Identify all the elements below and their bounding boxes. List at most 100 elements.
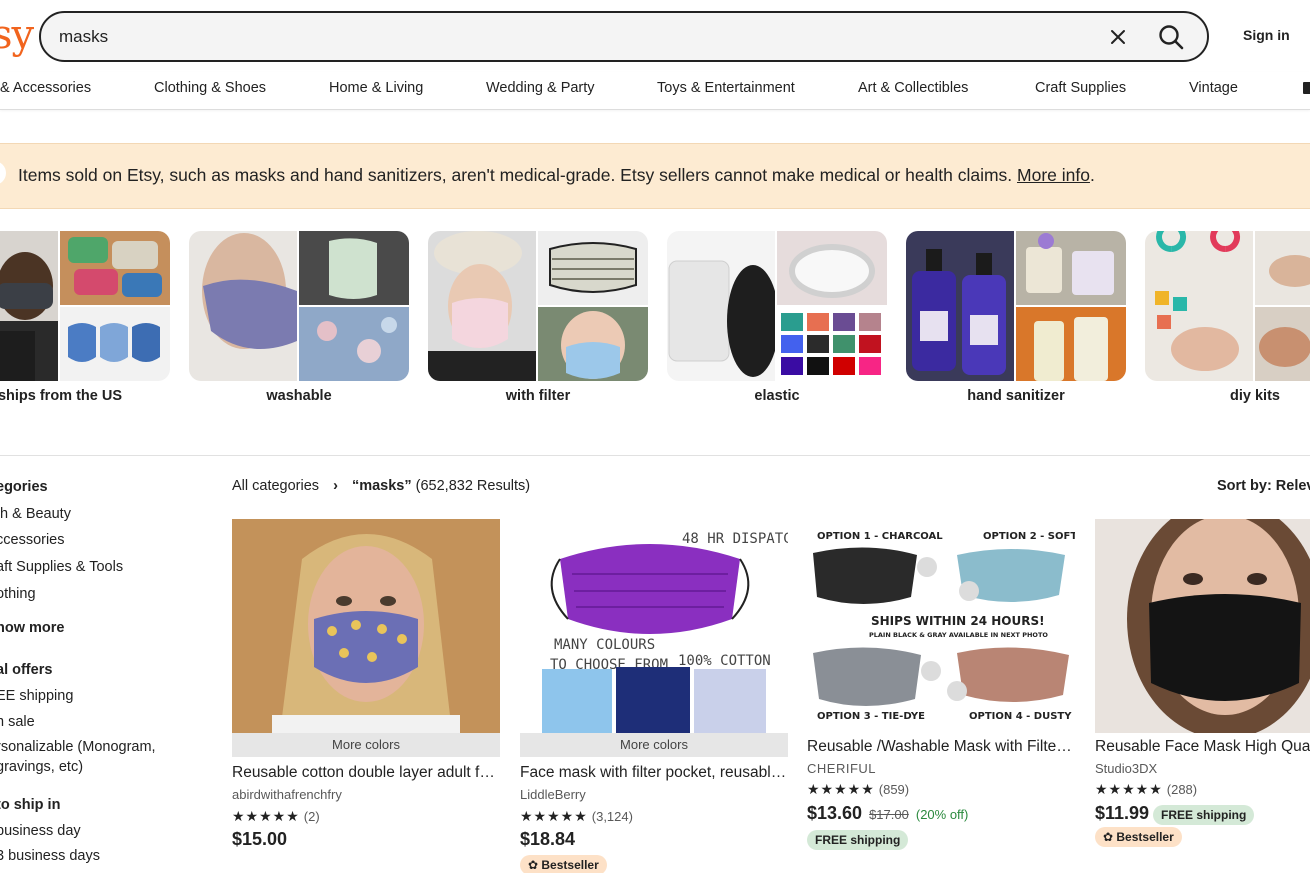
option-4-text: OPTION 4 - DUSTY ROSE: [969, 711, 1075, 722]
shop-name[interactable]: LiddleBerry: [520, 787, 586, 802]
listing-image[interactable]: [1095, 519, 1310, 733]
filter-category-accessories[interactable]: ccessories: [0, 532, 65, 548]
sanitizer-labels-photo: [1016, 231, 1126, 305]
related-elastic[interactable]: elastic: [667, 231, 887, 404]
sign-in-link[interactable]: Sign in: [1243, 27, 1290, 43]
elastic-roll-photo: [777, 231, 887, 305]
search-bar[interactable]: [39, 11, 1209, 62]
listing-image[interactable]: OPTION 1 - CHARCOAL OPTION 2 - SOFT BLUE…: [807, 519, 1075, 733]
current-price: $18.84: [520, 829, 576, 849]
nav-craft-supplies[interactable]: Craft Supplies: [1035, 80, 1126, 96]
nav-toys-entertainment[interactable]: Toys & Entertainment: [657, 80, 795, 96]
filter-ship-1-3-days[interactable]: 3 business days: [0, 848, 100, 864]
sanitizer-sprays-photo: [1016, 307, 1126, 381]
related-label: washable: [266, 388, 332, 404]
filter-ship-1-day[interactable]: business day: [0, 823, 81, 839]
listing-image[interactable]: [232, 519, 500, 733]
nav-vintage[interactable]: Vintage: [1189, 80, 1238, 96]
results-count: (652,832 Results): [415, 478, 531, 494]
related-image: [906, 231, 1126, 381]
black-mask-woman-photo: [1095, 519, 1310, 733]
badge-label: Bestseller: [541, 858, 599, 872]
listing-title[interactable]: Reusable Face Mask High Quality: [1095, 738, 1310, 756]
floral-mask-photo: [299, 307, 409, 381]
sanitizer-bottles-photo: [906, 231, 1014, 381]
listing-card[interactable]: Reusable Face Mask High Quality Studio3D…: [1095, 519, 1310, 847]
gift-icon[interactable]: [1303, 82, 1310, 94]
shop-name[interactable]: Studio3DX: [1095, 761, 1157, 776]
show-more-link[interactable]: how more: [0, 620, 64, 636]
free-shipping-badge: FREE shipping: [807, 830, 909, 850]
related-image: [667, 231, 887, 381]
rating: ★★★★★ (2): [232, 808, 320, 825]
special-offers-heading: al offers: [0, 662, 53, 678]
related-ships-from-us[interactable]: ships from the US: [0, 231, 170, 404]
shop-name[interactable]: abirdwithafrenchfry: [232, 787, 342, 802]
nav-art-collectibles[interactable]: Art & Collectibles: [858, 80, 968, 96]
nav-home-living[interactable]: Home & Living: [329, 80, 423, 96]
listing-title[interactable]: Face mask with filter pocket, reusable w…: [520, 764, 788, 782]
rating: ★★★★★ (3,124): [520, 808, 633, 825]
info-icon: [0, 161, 6, 185]
blue-surgical-mask-photo: [538, 307, 648, 381]
listing-card[interactable]: 48 HR DISPATCH MANY COLOURS TO CHOOSE FR…: [520, 519, 788, 873]
filter-free-shipping[interactable]: EE shipping: [0, 688, 73, 704]
medical-notice-banner: Items sold on Etsy, such as masks and ha…: [0, 143, 1310, 209]
related-label: ships from the US: [0, 388, 123, 404]
rating: ★★★★★ (859): [807, 781, 909, 798]
related-label: elastic: [754, 388, 800, 404]
search-input[interactable]: [59, 25, 1059, 49]
white-mask-photo: [299, 231, 409, 305]
more-colors-label: More colors: [232, 733, 500, 757]
filter-personalizable-cont[interactable]: gravings, etc): [0, 759, 83, 775]
price: $15.00: [232, 829, 287, 850]
filter-on-sale[interactable]: n sale: [0, 714, 35, 730]
price: $18.84: [520, 829, 575, 850]
option-3-text: OPTION 3 - TIE-DYE: [817, 711, 925, 722]
notice-message: Items sold on Etsy, such as masks and ha…: [18, 165, 1018, 185]
listing-image[interactable]: 48 HR DISPATCH MANY COLOURS TO CHOOSE FR…: [520, 519, 788, 733]
search-icon[interactable]: [1157, 23, 1185, 51]
related-washable[interactable]: washable: [189, 231, 409, 404]
listing-card[interactable]: OPTION 1 - CHARCOAL OPTION 2 - SOFT BLUE…: [807, 519, 1075, 850]
review-count: (288): [1166, 782, 1198, 797]
colours-text-1: MANY COLOURS: [554, 637, 655, 653]
colored-elastic-photo: [777, 307, 887, 381]
price: $11.99: [1095, 803, 1149, 824]
diy-kit-photo: [1145, 231, 1253, 381]
ready-to-ship-heading: to ship in: [0, 797, 61, 813]
all-categories-link[interactable]: All categories: [232, 478, 319, 494]
blue-masks-photo: [60, 307, 170, 381]
badge-icon: ✿: [528, 858, 542, 872]
filter-category-craft-supplies[interactable]: aft Supplies & Tools: [0, 559, 123, 575]
more-info-link[interactable]: More info: [1017, 165, 1090, 185]
patterned-masks-photo: [60, 231, 170, 305]
nav-clothing-shoes[interactable]: Clothing & Shoes: [154, 80, 266, 96]
listing-title[interactable]: Reusable /Washable Mask with Filter Pock…: [807, 738, 1075, 756]
elastic-spool-photo: [667, 231, 775, 381]
related-diy-kits[interactable]: diy kits: [1145, 231, 1310, 404]
related-image: [1145, 231, 1310, 381]
original-price: $17.00: [869, 807, 909, 822]
related-with-filter[interactable]: with filter: [428, 231, 648, 404]
discount: (20% off): [915, 807, 969, 822]
listing-title[interactable]: Reusable cotton double layer adult face …: [232, 764, 500, 782]
sort-dropdown[interactable]: Sort by: Releva: [1217, 478, 1310, 494]
chevron-right-icon: ›: [333, 478, 338, 494]
nav-wedding-party[interactable]: Wedding & Party: [486, 80, 595, 96]
related-hand-sanitizer[interactable]: hand sanitizer: [906, 231, 1126, 404]
striped-mask-photo: [538, 231, 648, 305]
filter-personalizable[interactable]: rsonalizable (Monogram,: [0, 739, 156, 755]
nav-jewelry-accessories[interactable]: & Accessories: [0, 80, 91, 96]
rating: ★★★★★ (288): [1095, 781, 1197, 798]
shop-name[interactable]: CHERIFUL: [807, 761, 876, 776]
listing-card[interactable]: More colors Reusable cotton double layer…: [232, 519, 500, 849]
bestseller-badge: ✿ Bestseller: [520, 855, 607, 873]
star-icons: ★★★★★: [232, 808, 300, 824]
filter-category-health-beauty[interactable]: th & Beauty: [0, 506, 71, 522]
related-searches: ships from the US washable with filter e…: [0, 231, 1310, 411]
filter-category-clothing[interactable]: othing: [0, 586, 36, 602]
etsy-logo[interactable]: sy: [0, 12, 34, 58]
related-label: diy kits: [1230, 388, 1280, 404]
clear-search-icon[interactable]: [1107, 26, 1129, 48]
